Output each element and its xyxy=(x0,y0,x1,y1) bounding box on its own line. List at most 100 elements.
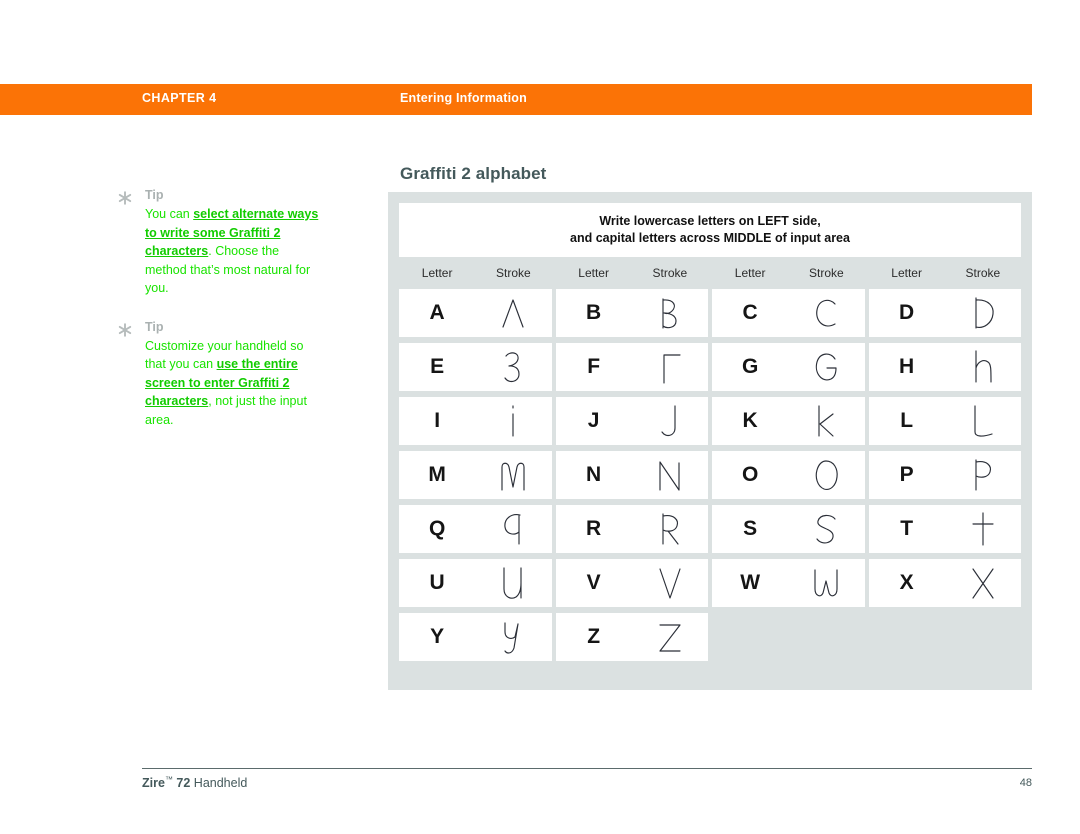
stroke-k-icon xyxy=(788,401,864,441)
letter-glyph: M xyxy=(428,463,446,486)
stroke-v-icon xyxy=(632,563,708,603)
column-header-letter: Letter xyxy=(578,266,609,280)
letter-glyph: Q xyxy=(428,517,446,540)
banner-line-1: Write lowercase letters on LEFT side, xyxy=(599,214,821,228)
letter-stroke-cell: A xyxy=(399,289,552,337)
stroke-h-icon xyxy=(945,347,1021,387)
column-header-letter: Letter xyxy=(734,266,766,280)
letter-glyph: E xyxy=(430,355,445,378)
letter-stroke-cell: L xyxy=(868,397,1021,445)
letter-glyph: S xyxy=(743,517,758,540)
table-row: I J K L xyxy=(399,397,1021,445)
letter-glyph: L xyxy=(900,409,914,432)
letter-glyph: I xyxy=(434,409,441,432)
letter-glyph: F xyxy=(587,355,601,378)
stroke-x-icon xyxy=(945,563,1021,603)
letter-stroke-cell: D xyxy=(868,289,1021,337)
letter-stroke-cell: R xyxy=(555,505,708,553)
tip-block-1: Tip You can select alternate ways to wri… xyxy=(118,188,324,298)
table-row: U V W X xyxy=(399,559,1021,607)
column-header-stroke: Stroke xyxy=(496,266,531,280)
letter-stroke-cell: H xyxy=(868,343,1021,391)
letter-glyph: P xyxy=(899,463,914,486)
letter-stroke-cell: B xyxy=(555,289,708,337)
tip-text: Customize your handheld so that you can … xyxy=(145,337,324,430)
chapter-label: CHAPTER 4 xyxy=(142,91,217,105)
tip-body-2: Tip Customize your handheld so that you … xyxy=(145,320,324,430)
letter-glyph: Y xyxy=(430,625,445,648)
stroke-q-icon xyxy=(475,509,551,549)
letter-stroke-cell-empty xyxy=(712,613,865,661)
footer-product-suffix: Handheld xyxy=(190,776,248,791)
letter-glyph: J xyxy=(587,409,600,432)
letter-stroke-cell: F xyxy=(555,343,708,391)
letter-glyph: A xyxy=(429,301,445,324)
column-header-stroke: Stroke xyxy=(809,266,844,280)
stroke-a-icon xyxy=(475,293,551,333)
letter-glyph: T xyxy=(900,517,914,540)
graffiti-alphabet-panel: Write lowercase letters on LEFT side, an… xyxy=(388,192,1032,690)
letter-stroke-cell: V xyxy=(555,559,708,607)
table-row: Q R S T xyxy=(399,505,1021,553)
letter-stroke-cell: G xyxy=(712,343,865,391)
letter-glyph: R xyxy=(586,517,602,540)
letter-stroke-cell-empty xyxy=(869,613,1022,661)
stroke-o-icon xyxy=(788,455,864,495)
column-header-letter: Letter xyxy=(891,266,922,280)
column-header-letter: Letter xyxy=(421,266,453,280)
footer-product: Zire™ 72 Handheld xyxy=(142,775,247,790)
stroke-t-icon xyxy=(945,509,1021,549)
letter-stroke-cell: U xyxy=(399,559,552,607)
stroke-g-icon xyxy=(788,347,864,387)
chapter-header-bar: CHAPTER 4 Entering Information xyxy=(0,84,1032,115)
stroke-c-icon xyxy=(788,293,864,333)
letter-stroke-cell: K xyxy=(712,397,865,445)
letter-stroke-cell: X xyxy=(868,559,1021,607)
table-row: A B C D xyxy=(399,289,1021,337)
letter-glyph: D xyxy=(899,301,915,324)
letter-glyph: X xyxy=(899,571,914,594)
letter-stroke-cell: P xyxy=(868,451,1021,499)
section-label: Entering Information xyxy=(400,91,527,105)
stroke-f-icon xyxy=(632,347,708,387)
letter-stroke-cell: T xyxy=(868,505,1021,553)
letter-glyph: U xyxy=(429,571,445,594)
letter-stroke-cell: Y xyxy=(399,613,552,661)
stroke-j-icon xyxy=(632,401,708,441)
stroke-l-icon xyxy=(945,401,1021,441)
letter-glyph: K xyxy=(742,409,758,432)
table-row: YZ xyxy=(399,613,1021,661)
tip-title: Tip xyxy=(145,188,164,202)
tips-column: Tip You can select alternate ways to wri… xyxy=(118,188,324,451)
letter-glyph: B xyxy=(586,301,602,324)
column-header-group: Letter Stroke xyxy=(556,266,709,280)
stroke-u-icon xyxy=(475,563,551,603)
column-header-stroke: Stroke xyxy=(652,266,688,280)
letter-glyph: C xyxy=(742,301,758,324)
asterisk-icon xyxy=(118,191,132,205)
tip-text: You can select alternate ways to write s… xyxy=(145,205,324,298)
letter-glyph: G xyxy=(741,355,759,378)
letter-glyph: Z xyxy=(587,625,601,648)
stroke-z-icon xyxy=(632,617,708,657)
asterisk-icon xyxy=(118,322,132,337)
letter-stroke-cell: Q xyxy=(399,505,552,553)
column-header-group: Letter Stroke xyxy=(712,266,865,280)
letter-stroke-cell: I xyxy=(399,397,552,445)
letter-glyph: H xyxy=(899,355,915,378)
letter-stroke-cell: W xyxy=(712,559,865,607)
letter-stroke-cell: J xyxy=(555,397,708,445)
stroke-s-icon xyxy=(788,509,864,549)
column-header-row: Letter Stroke Letter Stroke Letter Strok… xyxy=(399,257,1021,289)
stroke-w-icon xyxy=(788,563,864,603)
column-header-group: Letter Stroke xyxy=(399,266,552,280)
page-number: 48 xyxy=(1019,777,1032,789)
alphabet-rows: ABCDEFGHIJKLMNOPQRSTUVWXYZ xyxy=(399,289,1021,661)
tip-body-1: Tip You can select alternate ways to wri… xyxy=(145,188,324,298)
instruction-banner: Write lowercase letters on LEFT side, an… xyxy=(399,203,1021,257)
table-row: M N O P xyxy=(399,451,1021,499)
stroke-e-icon xyxy=(475,347,551,387)
letter-stroke-cell: N xyxy=(555,451,708,499)
column-header-stroke: Stroke xyxy=(965,266,1001,280)
stroke-y-icon xyxy=(475,617,551,657)
